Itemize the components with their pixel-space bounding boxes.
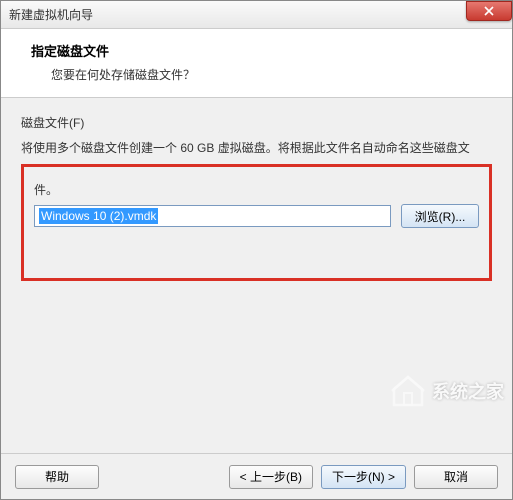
cancel-button[interactable]: 取消: [414, 465, 498, 489]
page-subtitle: 您要在何处存储磁盘文件？: [31, 66, 492, 83]
close-icon: [484, 6, 494, 16]
page-title: 指定磁盘文件: [31, 41, 492, 60]
wizard-window: 新建虚拟机向导 指定磁盘文件 您要在何处存储磁盘文件？ 磁盘文件(F) 将使用多…: [0, 0, 513, 500]
description-line1: 将使用多个磁盘文件创建一个 60 GB 虚拟磁盘。将根据此文件名自动命名这些磁盘…: [21, 139, 492, 158]
description-line2: 件。: [34, 181, 479, 200]
close-button[interactable]: [466, 1, 512, 21]
watermark: 系统之家: [390, 373, 504, 409]
footer: 帮助 < 上一步(B) 下一步(N) > 取消: [1, 453, 512, 499]
header-panel: 指定磁盘文件 您要在何处存储磁盘文件？: [1, 29, 512, 98]
file-input-value: Windows 10 (2).vmdk: [39, 208, 158, 224]
browse-button[interactable]: 浏览(R)...: [401, 204, 479, 228]
help-button[interactable]: 帮助: [15, 465, 99, 489]
watermark-house-icon: [390, 373, 426, 409]
content-area: 磁盘文件(F) 将使用多个磁盘文件创建一个 60 GB 虚拟磁盘。将根据此文件名…: [1, 98, 512, 453]
watermark-text: 系统之家: [432, 378, 504, 404]
disk-file-input[interactable]: Windows 10 (2).vmdk: [34, 205, 391, 227]
highlight-box: 件。 Windows 10 (2).vmdk 浏览(R)...: [21, 164, 492, 281]
titlebar: 新建虚拟机向导: [1, 1, 512, 29]
next-button[interactable]: 下一步(N) >: [321, 465, 406, 489]
back-button[interactable]: < 上一步(B): [229, 465, 313, 489]
disk-file-label: 磁盘文件(F): [21, 114, 492, 131]
window-title: 新建虚拟机向导: [9, 6, 466, 23]
file-input-row: Windows 10 (2).vmdk 浏览(R)...: [34, 204, 479, 228]
